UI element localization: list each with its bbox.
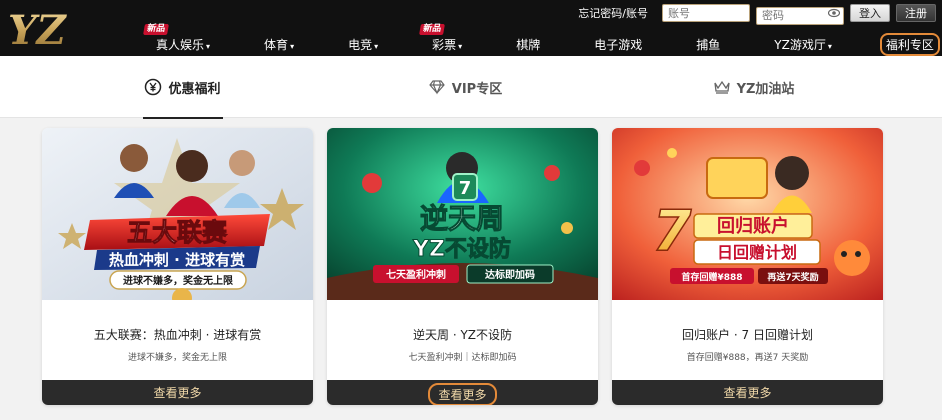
nav-item-sports[interactable]: 体育 ▾ xyxy=(258,34,300,55)
promo-card[interactable]: 7 逆天周 YZ不设防 七天盈利冲刺 达标即加码 逆天周 · YZ不设防 七天盈… xyxy=(327,128,598,405)
active-tab-indicator xyxy=(142,117,223,119)
svg-text:逆天周: 逆天周 xyxy=(420,202,504,235)
view-more-label: 查看更多 xyxy=(153,386,202,400)
svg-text:再送7天奖励: 再送7天奖励 xyxy=(767,271,818,283)
chevron-down-icon: ▾ xyxy=(374,41,379,51)
svg-text:YZ: YZ xyxy=(8,7,68,52)
account-input[interactable] xyxy=(662,4,750,22)
tab-yz-station[interactable]: YZ加油站 xyxy=(565,56,942,118)
nav-item-lottery[interactable]: 新品 彩票 ▾ xyxy=(419,23,468,55)
card-title: 逆天周 · YZ不设防 xyxy=(413,328,512,342)
view-more-button[interactable]: 查看更多 xyxy=(327,380,598,405)
nav-item-chess[interactable]: 棋牌 xyxy=(510,34,546,55)
tab-label: VIP专区 xyxy=(451,81,503,97)
card-title: 五大联赛：热血冲刺 · 进球有赏 xyxy=(93,328,262,342)
card-title: 回归账户 · 7 日回赠计划 xyxy=(682,328,813,342)
view-more-button[interactable]: 查看更多 xyxy=(612,380,883,405)
tab-label: YZ加油站 xyxy=(736,81,795,97)
svg-text:七天盈利冲刺: 七天盈利冲刺 xyxy=(386,268,446,281)
tab-vip[interactable]: VIP专区 xyxy=(365,56,565,118)
svg-text:五大联赛: 五大联赛 xyxy=(127,218,228,247)
crown-icon xyxy=(713,80,730,94)
nav-label: 真人娱乐 xyxy=(156,37,205,52)
yz-logo[interactable]: YZ xyxy=(6,4,70,52)
site-header: YZ 忘记密码/账号 登入 注册 新品 真人娱乐▾ 体育▾ 电竞▾ 新品 彩票▾… xyxy=(0,0,942,56)
login-bar: 忘记密码/账号 登入 注册 xyxy=(578,3,936,25)
diamond-icon xyxy=(429,80,445,95)
nav-item-slots[interactable]: 电子游戏 xyxy=(588,34,648,55)
nav-item-live-casino[interactable]: 新品 真人娱乐 ▾ xyxy=(143,23,216,55)
chevron-down-icon: ▾ xyxy=(458,41,463,51)
view-more-button[interactable]: 查看更多 xyxy=(42,380,313,405)
view-more-label: 查看更多 xyxy=(428,383,497,405)
svg-text:首存回赠¥888: 首存回赠¥888 xyxy=(681,271,742,283)
chevron-down-icon: ▾ xyxy=(290,41,295,51)
promo-tabs: 优惠福利 VIP专区 YZ加油站 xyxy=(0,56,942,119)
chevron-down-icon: ▾ xyxy=(206,41,211,51)
tab-label: 优惠福利 xyxy=(168,81,221,97)
register-button[interactable]: 注册 xyxy=(896,4,936,22)
login-button[interactable]: 登入 xyxy=(850,4,890,22)
nav-label: 体育 xyxy=(264,37,289,52)
svg-text:回归账户: 回归账户 xyxy=(717,215,789,237)
svg-text:热血冲刺 · 进球有赏: 热血冲刺 · 进球有赏 xyxy=(109,251,245,269)
forgot-password-link[interactable]: 忘记密码/账号 xyxy=(578,5,648,21)
tab-promotions[interactable]: 优惠福利 xyxy=(0,56,365,119)
nav-label: 棋牌 xyxy=(516,37,541,52)
svg-text:YZ不设防: YZ不设防 xyxy=(412,237,511,262)
nav-label: YZ游戏厅 xyxy=(774,37,826,52)
card-subtitle: 进球不嫌多，奖金无上限 xyxy=(127,353,227,363)
card-subtitle: 首存回赠¥888，再送7 天奖励 xyxy=(686,353,809,363)
nav-label: 福利专区 xyxy=(885,37,934,52)
nav-label: 电竞 xyxy=(348,37,373,52)
svg-text:日回赠计划: 日回赠计划 xyxy=(717,243,797,262)
nav-label: 电子游戏 xyxy=(594,37,643,52)
promo-card[interactable]: 7 回归账户 日回赠计划 首存回赠¥888 再送7天奖励 回归账户 · 7 日回… xyxy=(612,128,883,405)
nav-item-welfare-zone[interactable]: 福利专区 xyxy=(879,32,940,56)
league-sprint-banner[interactable]: 五大联赛 热血冲刺 · 进球有赏 进球不嫌多，奖金无上限 xyxy=(42,128,313,308)
nav-label: 彩票 xyxy=(432,37,457,52)
return-account-banner[interactable]: 7 回归账户 日回赠计划 首存回赠¥888 再送7天奖励 xyxy=(612,128,883,300)
yen-circle-icon xyxy=(145,78,162,96)
promo-card[interactable]: 五大联赛 热血冲刺 · 进球有赏 进球不嫌多，奖金无上限 五大联赛：热血冲刺 ·… xyxy=(42,128,313,405)
svg-text:达标即加码: 达标即加码 xyxy=(485,268,535,281)
eye-icon[interactable] xyxy=(828,8,840,18)
promo-card-list: 五大联赛 热血冲刺 · 进球有赏 进球不嫌多，奖金无上限 五大联赛：热血冲刺 ·… xyxy=(42,128,883,405)
view-more-label: 查看更多 xyxy=(723,386,772,400)
nav-item-yz-arcade[interactable]: YZ游戏厅 ▾ xyxy=(768,34,838,55)
nav-item-fishing[interactable]: 捕鱼 xyxy=(690,34,726,55)
defiant-week-banner[interactable]: 7 逆天周 YZ不设防 七天盈利冲刺 达标即加码 xyxy=(327,128,598,300)
main-nav: 新品 真人娱乐 ▾ 体育 ▾ 电竞 ▾ 新品 彩票 ▾ 棋牌 电子游戏 捕鱼 YZ游戏厅… xyxy=(143,23,940,56)
svg-text:7: 7 xyxy=(459,178,472,199)
nav-item-esports[interactable]: 电竞 ▾ xyxy=(342,34,384,55)
svg-text:7: 7 xyxy=(653,199,692,264)
chevron-down-icon: ▾ xyxy=(827,41,832,51)
svg-text:进球不嫌多，奖金无上限: 进球不嫌多，奖金无上限 xyxy=(123,274,234,287)
password-field xyxy=(756,4,844,25)
card-subtitle: 七天盈利冲刺｜达标即加码 xyxy=(408,353,517,363)
new-badge: 新品 xyxy=(419,23,446,35)
nav-label: 捕鱼 xyxy=(696,37,721,52)
new-badge: 新品 xyxy=(143,23,169,35)
